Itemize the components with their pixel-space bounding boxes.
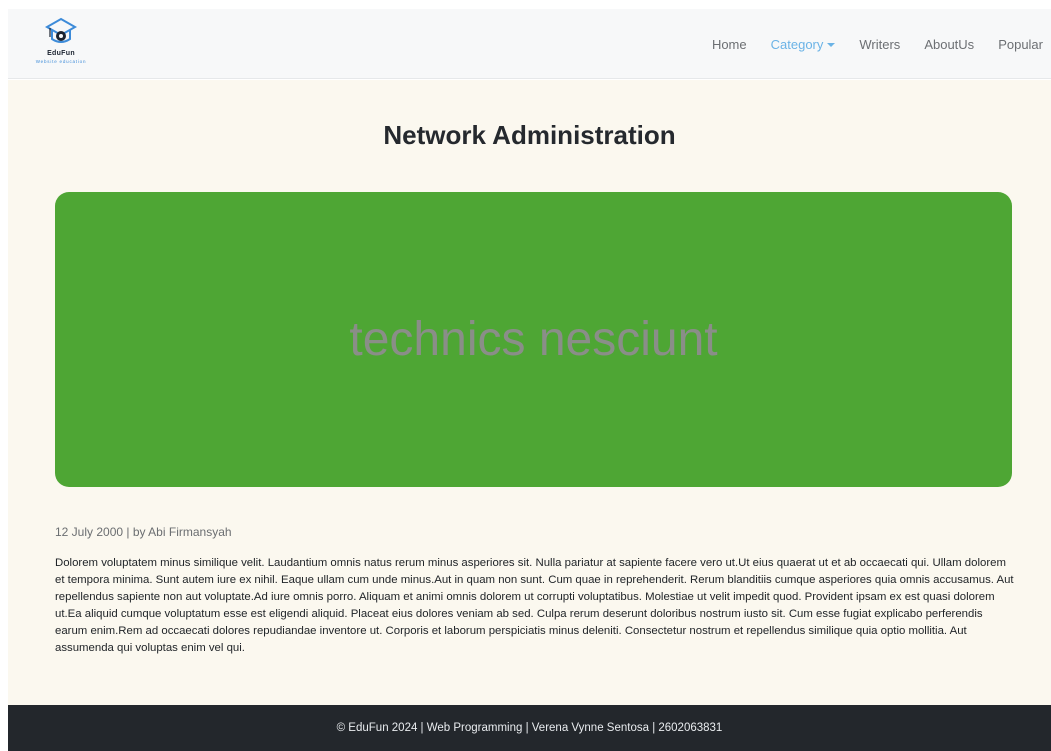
brand-tagline: Website education — [35, 59, 87, 64]
article-title: Network Administration — [383, 120, 676, 150]
footer: © EduFun 2024 | Web Programming | Verena… — [8, 705, 1051, 751]
brand-name: EduFun — [47, 50, 75, 57]
article-body: Dolorem voluptatem minus similique velit… — [55, 557, 1014, 654]
caret-down-icon — [827, 42, 836, 47]
article-content: Network Administration technics nesciunt… — [8, 80, 1051, 705]
footer-text: © EduFun 2024 | Web Programming | Verena… — [336, 722, 723, 734]
article-meta: 12 July 2000 | by Abi Firmansyah — [55, 525, 232, 539]
nav-writers-link[interactable]: Writers — [851, 37, 908, 52]
nav-home-link[interactable]: Home — [704, 37, 755, 52]
nav-category-label: Category — [770, 36, 824, 52]
brand-logo[interactable]: EduFun Website education — [26, 17, 96, 73]
article-image: technics nesciunt — [55, 192, 1012, 487]
navbar: EduFun Website education Home Category W… — [8, 9, 1051, 79]
nav-links: Home Category Writers AboutUs Popular — [696, 9, 1051, 79]
article-image-text: technics nesciunt — [349, 313, 718, 366]
nav-popular-link[interactable]: Popular — [990, 37, 1051, 52]
nav-category-dropdown[interactable]: Category — [763, 37, 844, 52]
nav-aboutus-link[interactable]: AboutUs — [916, 37, 982, 52]
graduation-cap-logo-icon — [44, 17, 78, 43]
